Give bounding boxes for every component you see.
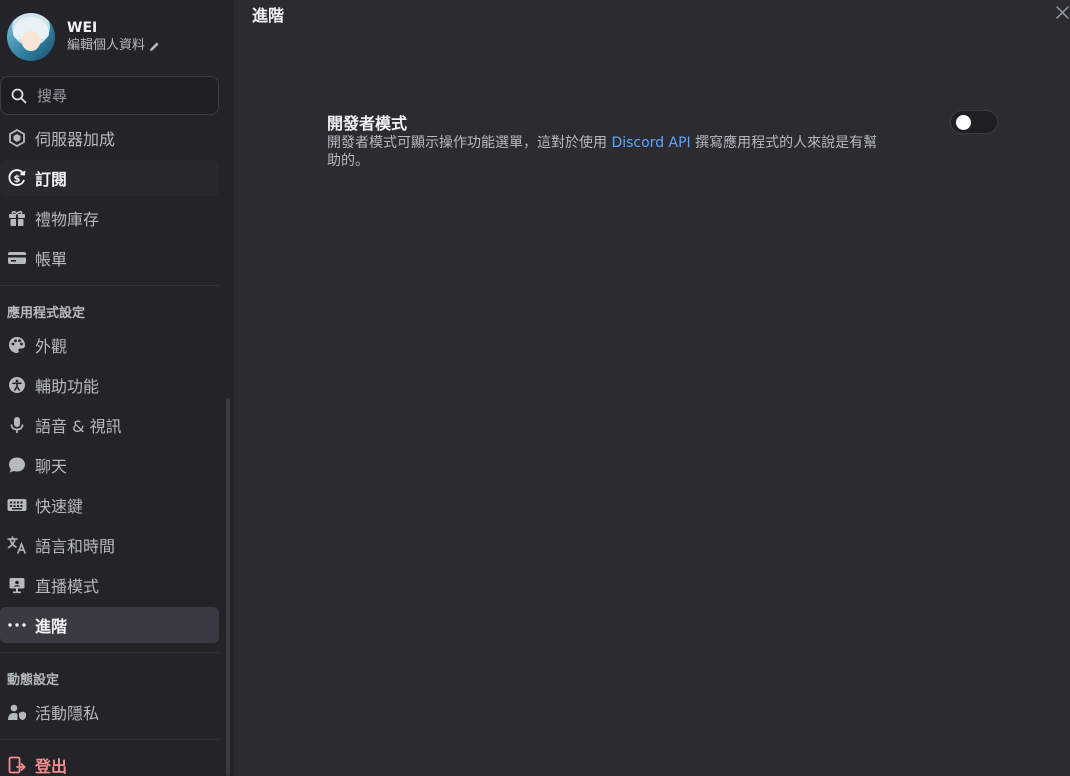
developer-mode-title: 開發者模式 xyxy=(327,114,408,133)
sidebar-item-label: 快速鍵 xyxy=(35,497,84,516)
sidebar-item-label: 直播模式 xyxy=(35,577,100,596)
keyboard-icon xyxy=(7,495,27,515)
sidebar-item-label: 禮物庫存 xyxy=(35,210,100,229)
sidebar-divider xyxy=(0,739,219,740)
avatar-face xyxy=(22,31,40,51)
profile-text: WEI 編輯個人資料 xyxy=(67,19,160,55)
sidebar-item-label: 輔助功能 xyxy=(35,377,100,396)
edit-profile-link[interactable]: 編輯個人資料 xyxy=(67,37,160,55)
sidebar-item-label: 訂閱 xyxy=(35,170,68,189)
sidebar-item-language-time[interactable]: 語言和時間 xyxy=(0,527,219,563)
discord-api-link[interactable]: Discord API xyxy=(611,135,690,151)
search-icon xyxy=(11,88,27,103)
sidebar-item-activity-privacy[interactable]: 活動隱私 xyxy=(0,694,219,730)
sidebar-item-billing[interactable]: 帳單 xyxy=(0,240,219,276)
edit-profile-label: 編輯個人資料 xyxy=(67,38,146,53)
section-header-app-settings: 應用程式設定 xyxy=(7,306,86,321)
sidebar-item-label: 登出 xyxy=(35,757,68,776)
sidebar-item-keybinds[interactable]: 快速鍵 xyxy=(0,487,219,523)
username: WEI xyxy=(67,20,98,36)
page-title: 進階 xyxy=(252,6,285,25)
search-input[interactable] xyxy=(37,86,207,105)
sidebar-item-label: 語音 & 視訊 xyxy=(35,417,122,436)
sidebar-item-label: 進階 xyxy=(35,617,68,636)
ellipsis-icon xyxy=(7,615,27,635)
svg-text:$: $ xyxy=(14,174,21,185)
gift-icon xyxy=(7,208,27,228)
logout-button[interactable]: 登出 xyxy=(0,747,219,776)
user-shield-icon xyxy=(7,702,27,722)
pencil-icon xyxy=(149,41,159,51)
monitor-icon xyxy=(7,575,27,595)
sidebar-divider xyxy=(0,285,219,286)
sidebar-item-gift-inventory[interactable]: 禮物庫存 xyxy=(0,200,219,236)
developer-mode-desc-text: 開發者模式可顯示操作功能選單，這對於使用 xyxy=(327,135,612,151)
close-icon xyxy=(1056,6,1069,19)
sidebar-item-label: 伺服器加成 xyxy=(35,130,116,149)
sidebar-scrollbar[interactable] xyxy=(226,398,230,776)
settings-sidebar: WEI 編輯個人資料 伺服器加成 xyxy=(0,0,234,776)
close-button[interactable] xyxy=(1054,4,1070,20)
sidebar-item-label: 帳單 xyxy=(35,250,68,269)
palette-icon xyxy=(7,335,27,355)
toggle-knob xyxy=(956,115,971,130)
developer-mode-toggle[interactable] xyxy=(950,110,998,134)
accessibility-icon xyxy=(7,375,27,395)
translate-icon xyxy=(7,535,27,555)
sidebar-item-label: 外觀 xyxy=(35,337,68,356)
developer-mode-description: 開發者模式可顯示操作功能選單，這對於使用 Discord API 撰寫應用程式的… xyxy=(327,134,887,170)
sidebar-item-accessibility[interactable]: 輔助功能 xyxy=(0,367,219,403)
chat-bubble-icon xyxy=(7,455,27,475)
sidebar-item-advanced[interactable]: 進階 xyxy=(0,607,219,643)
nitro-coin-icon: $ xyxy=(7,168,27,188)
sidebar-item-chat[interactable]: 聊天 xyxy=(0,447,219,483)
user-profile-card[interactable]: WEI 編輯個人資料 xyxy=(7,12,222,62)
sidebar-item-appearance[interactable]: 外觀 xyxy=(0,327,219,363)
sidebar-item-server-boost[interactable]: 伺服器加成 xyxy=(0,120,219,156)
sidebar-item-voice-video[interactable]: 語音 & 視訊 xyxy=(0,407,219,443)
avatar[interactable] xyxy=(7,13,55,61)
logout-icon xyxy=(7,755,27,775)
sidebar-item-label: 語言和時間 xyxy=(35,537,116,556)
server-boost-icon xyxy=(7,128,27,148)
microphone-icon xyxy=(7,415,27,435)
settings-window: WEI 編輯個人資料 伺服器加成 xyxy=(0,0,1070,776)
section-header-activity-settings: 動態設定 xyxy=(7,673,60,688)
sidebar-item-label: 活動隱私 xyxy=(35,704,100,723)
search-box[interactable] xyxy=(0,76,219,115)
sidebar-item-subscriptions[interactable]: $ 訂閱 xyxy=(0,160,219,196)
credit-card-icon xyxy=(7,248,27,268)
sidebar-item-streamer-mode[interactable]: 直播模式 xyxy=(0,567,219,603)
sidebar-item-label: 聊天 xyxy=(35,457,68,476)
sidebar-divider xyxy=(0,652,219,653)
